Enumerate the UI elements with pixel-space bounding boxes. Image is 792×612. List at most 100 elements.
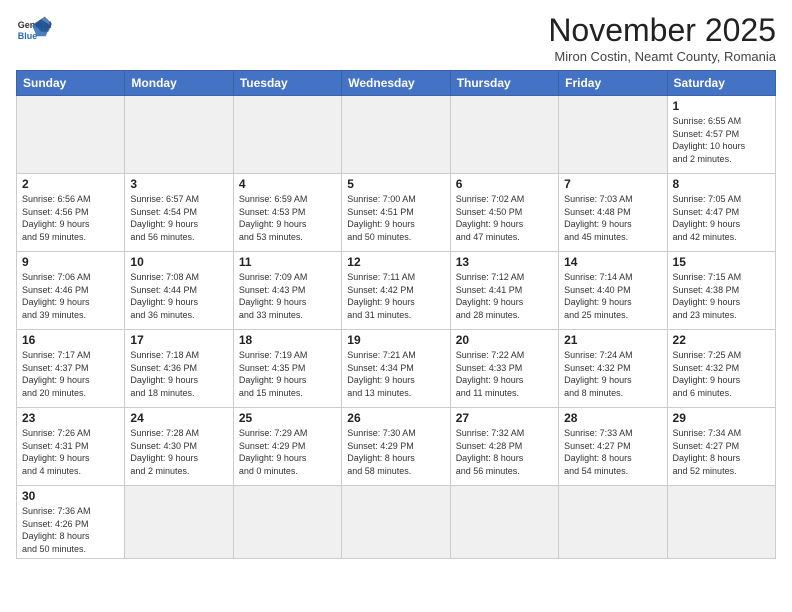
empty-cell [450, 486, 558, 559]
day-info: Sunrise: 7:34 AM Sunset: 4:27 PM Dayligh… [673, 427, 770, 477]
calendar-row-3: 9 Sunrise: 7:06 AM Sunset: 4:46 PM Daylig… [17, 252, 776, 330]
day-cell-16: 16Sunrise: 7:17 AM Sunset: 4:37 PM Dayli… [17, 330, 125, 408]
day-number: 9 [22, 255, 119, 269]
day-cell-20: 20Sunrise: 7:22 AM Sunset: 4:33 PM Dayli… [450, 330, 558, 408]
day-info: Sunrise: 7:00 AM Sunset: 4:51 PM Dayligh… [347, 193, 444, 243]
day-info: Sunrise: 6:57 AM Sunset: 4:54 PM Dayligh… [130, 193, 227, 243]
subtitle: Miron Costin, Neamt County, Romania [548, 49, 776, 64]
svg-text:Blue: Blue [18, 31, 38, 41]
day-cell-23: 23 Sunrise: 7:26 AM Sunset: 4:31 PM Dayli… [17, 408, 125, 486]
day-number: 28 [564, 411, 661, 425]
empty-cell [17, 96, 125, 174]
day-info: Sunrise: 7:06 AM Sunset: 4:46 PM Dayligh… [22, 271, 119, 321]
day-cell-18: 18Sunrise: 7:19 AM Sunset: 4:35 PM Dayli… [233, 330, 341, 408]
day-cell-10: 10 Sunrise: 7:08 AM Sunset: 4:44 PM Dayli… [125, 252, 233, 330]
day-cell-6: 6 Sunrise: 7:02 AM Sunset: 4:50 PM Daylig… [450, 174, 558, 252]
day-cell-24: 24 Sunrise: 7:28 AM Sunset: 4:30 PM Dayli… [125, 408, 233, 486]
weekday-header-thursday: Thursday [450, 71, 558, 96]
day-info: Sunrise: 7:36 AM Sunset: 4:26 PM Dayligh… [22, 505, 119, 555]
weekday-header-wednesday: Wednesday [342, 71, 450, 96]
page: General Blue November 2025 Miron Costin,… [0, 0, 792, 569]
empty-cell [125, 486, 233, 559]
day-cell-28: 28 Sunrise: 7:33 AM Sunset: 4:27 PM Dayli… [559, 408, 667, 486]
day-number: 23 [22, 411, 119, 425]
weekday-header-row: SundayMondayTuesdayWednesdayThursdayFrid… [17, 71, 776, 96]
day-cell-9: 9 Sunrise: 7:06 AM Sunset: 4:46 PM Daylig… [17, 252, 125, 330]
day-info: Sunrise: 7:29 AM Sunset: 4:29 PM Dayligh… [239, 427, 336, 477]
day-number: 11 [239, 255, 336, 269]
day-info: Sunrise: 7:18 AM Sunset: 4:36 PM Dayligh… [130, 349, 227, 399]
day-cell-19: 19Sunrise: 7:21 AM Sunset: 4:34 PM Dayli… [342, 330, 450, 408]
empty-cell [125, 96, 233, 174]
day-cell-14: 14Sunrise: 7:14 AM Sunset: 4:40 PM Dayli… [559, 252, 667, 330]
weekday-header-sunday: Sunday [17, 71, 125, 96]
day-number: 20 [456, 333, 553, 347]
day-number: 10 [130, 255, 227, 269]
day-info: Sunrise: 7:02 AM Sunset: 4:50 PM Dayligh… [456, 193, 553, 243]
day-number: 4 [239, 177, 336, 191]
day-number: 17 [130, 333, 227, 347]
day-cell-5: 5 Sunrise: 7:00 AM Sunset: 4:51 PM Daylig… [342, 174, 450, 252]
header: General Blue November 2025 Miron Costin,… [16, 12, 776, 64]
day-info: Sunrise: 7:15 AM Sunset: 4:38 PM Dayligh… [673, 271, 770, 321]
month-title: November 2025 [548, 12, 776, 49]
day-number: 26 [347, 411, 444, 425]
day-info: Sunrise: 7:25 AM Sunset: 4:32 PM Dayligh… [673, 349, 770, 399]
day-cell-3: 3 Sunrise: 6:57 AM Sunset: 4:54 PM Daylig… [125, 174, 233, 252]
day-info: Sunrise: 7:33 AM Sunset: 4:27 PM Dayligh… [564, 427, 661, 477]
day-number: 6 [456, 177, 553, 191]
day-cell-21: 21Sunrise: 7:24 AM Sunset: 4:32 PM Dayli… [559, 330, 667, 408]
day-cell-11: 11 Sunrise: 7:09 AM Sunset: 4:43 PM Dayli… [233, 252, 341, 330]
empty-cell [342, 486, 450, 559]
weekday-header-tuesday: Tuesday [233, 71, 341, 96]
day-number: 30 [22, 489, 119, 503]
day-number: 13 [456, 255, 553, 269]
day-cell-27: 27 Sunrise: 7:32 AM Sunset: 4:28 PM Dayli… [450, 408, 558, 486]
day-number: 24 [130, 411, 227, 425]
day-number: 15 [673, 255, 770, 269]
day-number: 1 [673, 99, 770, 113]
day-cell-12: 12Sunrise: 7:11 AM Sunset: 4:42 PM Dayli… [342, 252, 450, 330]
day-info: Sunrise: 7:19 AM Sunset: 4:35 PM Dayligh… [239, 349, 336, 399]
day-number: 2 [22, 177, 119, 191]
calendar-row-2: 2 Sunrise: 6:56 AM Sunset: 4:56 PM Daylig… [17, 174, 776, 252]
day-cell-7: 7 Sunrise: 7:03 AM Sunset: 4:48 PM Daylig… [559, 174, 667, 252]
day-cell-29: 29Sunrise: 7:34 AM Sunset: 4:27 PM Dayli… [667, 408, 775, 486]
day-info: Sunrise: 7:17 AM Sunset: 4:37 PM Dayligh… [22, 349, 119, 399]
calendar-row-6: 30 Sunrise: 7:36 AM Sunset: 4:26 PM Dayli… [17, 486, 776, 559]
day-cell-26: 26 Sunrise: 7:30 AM Sunset: 4:29 PM Dayli… [342, 408, 450, 486]
weekday-header-saturday: Saturday [667, 71, 775, 96]
day-info: Sunrise: 7:28 AM Sunset: 4:30 PM Dayligh… [130, 427, 227, 477]
generalblue-logo-icon: General Blue [16, 12, 52, 48]
day-info: Sunrise: 6:59 AM Sunset: 4:53 PM Dayligh… [239, 193, 336, 243]
empty-cell [667, 486, 775, 559]
day-info: Sunrise: 7:32 AM Sunset: 4:28 PM Dayligh… [456, 427, 553, 477]
day-number: 3 [130, 177, 227, 191]
day-info: Sunrise: 7:05 AM Sunset: 4:47 PM Dayligh… [673, 193, 770, 243]
day-number: 21 [564, 333, 661, 347]
day-cell-13: 13Sunrise: 7:12 AM Sunset: 4:41 PM Dayli… [450, 252, 558, 330]
calendar: SundayMondayTuesdayWednesdayThursdayFrid… [16, 70, 776, 559]
day-cell-15: 15 Sunrise: 7:15 AM Sunset: 4:38 PM Dayli… [667, 252, 775, 330]
day-info: Sunrise: 7:26 AM Sunset: 4:31 PM Dayligh… [22, 427, 119, 477]
empty-cell [559, 96, 667, 174]
calendar-row-5: 23 Sunrise: 7:26 AM Sunset: 4:31 PM Dayli… [17, 408, 776, 486]
day-info: Sunrise: 7:09 AM Sunset: 4:43 PM Dayligh… [239, 271, 336, 321]
day-info: Sunrise: 7:30 AM Sunset: 4:29 PM Dayligh… [347, 427, 444, 477]
day-number: 5 [347, 177, 444, 191]
day-info: Sunrise: 7:08 AM Sunset: 4:44 PM Dayligh… [130, 271, 227, 321]
day-number: 12 [347, 255, 444, 269]
day-number: 25 [239, 411, 336, 425]
logo: General Blue [16, 12, 52, 48]
day-info: Sunrise: 7:03 AM Sunset: 4:48 PM Dayligh… [564, 193, 661, 243]
empty-cell [450, 96, 558, 174]
day-cell-17: 17 Sunrise: 7:18 AM Sunset: 4:36 PM Dayli… [125, 330, 233, 408]
day-number: 27 [456, 411, 553, 425]
day-cell-8: 8 Sunrise: 7:05 AM Sunset: 4:47 PM Daylig… [667, 174, 775, 252]
day-number: 8 [673, 177, 770, 191]
day-info: Sunrise: 6:55 AM Sunset: 4:57 PM Dayligh… [673, 115, 770, 165]
calendar-row-1: 1 Sunrise: 6:55 AM Sunset: 4:57 PM Daylig… [17, 96, 776, 174]
day-number: 7 [564, 177, 661, 191]
day-number: 14 [564, 255, 661, 269]
day-info: Sunrise: 6:56 AM Sunset: 4:56 PM Dayligh… [22, 193, 119, 243]
